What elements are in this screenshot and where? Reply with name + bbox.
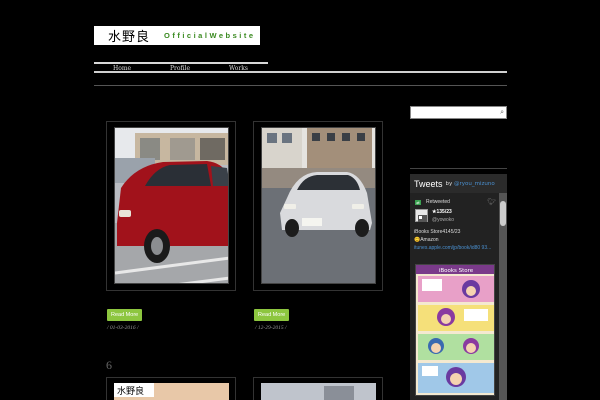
tweet-author-name[interactable]: ★135/23 [432,209,452,215]
search-box: ⌕ [410,106,507,127]
twitter-handle-link[interactable]: @ryou_mizuno [454,181,495,187]
silver-car-photo [262,128,375,283]
nav-divider [94,71,507,73]
search-input[interactable] [413,115,495,127]
twitter-timeline: ⇄ Retweeted 🐦︎ ★135/23 @yowoko iBooks St… [410,193,499,400]
twitter-widget-by: by @ryou_mizuno [445,180,495,187]
red-car-photo [115,128,228,283]
twitter-bird-icon: 🐦︎ [487,198,496,206]
logo-subtitle-text: OfficialWebsite [164,31,256,40]
twitter-widget: Tweets by @ryou_mizuno ⇄ Retweeted 🐦︎ ★1… [410,174,507,400]
post-thumbnail[interactable] [114,127,229,284]
post-thumbnail [254,378,382,400]
sidebar-divider [410,168,507,169]
post-date: / 12-29-2015 / [255,325,287,331]
post-card[interactable]: 水野良 [106,377,236,400]
header-divider [94,85,507,86]
avatar[interactable] [415,209,428,222]
svg-text:水野良: 水野良 [117,385,144,397]
post-date: / 01-03-2016 / [107,325,139,331]
post-thumbnail: 水野良 [107,378,235,400]
post-card[interactable] [253,377,383,400]
logo-kanji-text: 水野良 [108,30,151,45]
read-more-button[interactable]: Read More [107,309,143,321]
post-card[interactable] [253,121,383,291]
page-number: 6 [106,358,112,372]
tweet-image[interactable]: iBooks Store [415,264,495,396]
manga-banner-text: iBooks Store [439,268,474,274]
twitter-scrollbar-thumb[interactable] [500,201,506,226]
tweet-text: 😊Amazon [414,237,439,243]
post-card[interactable] [106,121,236,291]
retweeted-label: Retweeted [426,199,450,205]
post-thumbnail[interactable] [261,127,376,284]
tweet-author-handle[interactable]: @yowoko [432,217,454,223]
tweet-link[interactable]: itunes.apple.com/jp/book/id80 93... [414,244,496,252]
manga-comic-image: iBooks Store [416,265,494,395]
search-icon[interactable]: ⌕ [500,108,504,117]
tweet-text: iBooks Store4145/23 [414,229,461,235]
site-logo[interactable]: 水野良 OfficialWebsite [94,26,260,45]
retweet-icon: ⇄ [415,199,421,205]
twitter-widget-title: Tweets [414,178,443,189]
read-more-button[interactable]: Read More [254,309,290,321]
twitter-widget-header: Tweets by @ryou_mizuno [410,174,507,193]
twitter-scrollbar[interactable] [499,193,507,400]
